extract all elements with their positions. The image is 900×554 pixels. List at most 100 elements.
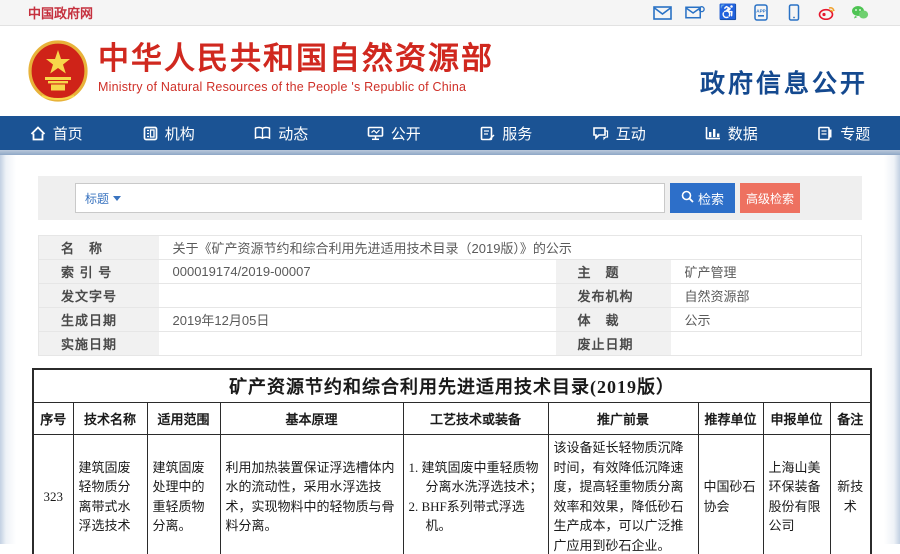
catalog-title-row: 矿产资源节约和综合利用先进适用技术目录(2019版） <box>33 369 871 403</box>
nav-item-topic[interactable]: 专题 <box>788 116 900 150</box>
meta-value-name: 关于《矿产资源节约和综合利用先进适用技术目录（2019版）》的公示 <box>159 236 862 260</box>
interact-icon <box>592 126 609 141</box>
nav-item-service[interactable]: 服务 <box>450 116 563 150</box>
nav-item-home[interactable]: 首页 <box>0 116 113 150</box>
nav-label: 首页 <box>53 123 83 144</box>
mail-subscribe-icon[interactable] <box>685 4 705 22</box>
nav-item-interact[interactable]: 互动 <box>563 116 676 150</box>
app-icon[interactable]: APP <box>751 4 771 22</box>
mail-icon[interactable] <box>652 4 672 22</box>
meta-label-docno: 发文字号 <box>39 284 159 308</box>
col-header-tech: 技术名称 <box>73 403 147 435</box>
col-header-prospect: 推广前景 <box>548 403 698 435</box>
data-icon <box>705 126 721 140</box>
meta-value-repeal <box>671 332 862 356</box>
weibo-icon[interactable] <box>817 4 837 22</box>
advanced-search-button[interactable]: 高级检索 <box>740 183 800 213</box>
nav-label: 专题 <box>840 123 870 144</box>
accessibility-icon[interactable]: ♿ <box>718 4 738 22</box>
search-bar: 标题 检索 高级检索 <box>38 176 862 220</box>
mobile-icon[interactable] <box>784 4 804 22</box>
cell-principle: 利用加热装置保证浮选槽体内水的流动性，采用水浮选技术，实现物料中的轻物质与骨料分… <box>220 435 403 554</box>
meta-value-agency: 自然资源部 <box>671 284 862 308</box>
top-icon-group: ♿ APP <box>652 4 870 22</box>
meta-value-genre: 公示 <box>671 308 862 332</box>
search-box: 标题 <box>75 183 665 213</box>
meta-row-docno: 发文字号 发布机构 自然资源部 <box>39 284 862 308</box>
meta-label-repeal: 废止日期 <box>556 332 671 356</box>
search-button-label: 检索 <box>698 189 724 208</box>
meta-value-impl <box>159 332 556 356</box>
nav-item-data[interactable]: 数据 <box>675 116 788 150</box>
content-area: 标题 检索 高级检索 名 称 关于《矿产资源节约和综合利用先进适用技术目录（20… <box>0 155 900 544</box>
search-icon <box>681 190 694 206</box>
ministry-title-en: Ministry of Natural Resources of the Peo… <box>98 80 494 94</box>
wechat-icon[interactable] <box>850 4 870 22</box>
nav-label: 机构 <box>165 123 195 144</box>
meta-label-agency: 发布机构 <box>556 284 671 308</box>
cell-equipment: 1. 建筑固废中重轻质物分离水洗浮选技术； 2. BHF系列带式浮选机。 <box>403 435 548 554</box>
search-field-selector[interactable]: 标题 <box>85 190 121 207</box>
meta-value-subject: 矿产管理 <box>671 260 862 284</box>
cell-scope: 建筑固废处理中的重轻质物分离。 <box>147 435 220 554</box>
meta-row-impl: 实施日期 废止日期 <box>39 332 862 356</box>
col-header-scope: 适用范围 <box>147 403 220 435</box>
nav-label: 服务 <box>502 123 532 144</box>
site-title-block: 中华人民共和国自然资源部 Ministry of Natural Resourc… <box>98 42 494 94</box>
cell-prospect: 该设备延长轻物质沉降时间，有效降低沉降速度，提高轻重物质分离效率和效果，降低砂石… <box>548 435 698 554</box>
ministry-title-cn: 中华人民共和国自然资源部 <box>98 42 494 76</box>
page: 中国政府网 ♿ APP <box>0 0 900 554</box>
org-icon <box>143 126 158 141</box>
search-button[interactable]: 检索 <box>670 183 735 213</box>
col-header-applicant: 申报单位 <box>763 403 830 435</box>
nav-item-org[interactable]: 机构 <box>113 116 226 150</box>
technology-catalog-table: 矿产资源节约和综合利用先进适用技术目录(2019版） 序号 技术名称 适用范围 … <box>32 368 872 554</box>
cell-no: 323 <box>33 435 73 554</box>
nav-label: 数据 <box>728 123 758 144</box>
nav-item-news[interactable]: 动态 <box>225 116 338 150</box>
nav-label: 动态 <box>278 123 308 144</box>
col-header-remark: 备注 <box>830 403 871 435</box>
meta-label-subject: 主 题 <box>556 260 671 284</box>
meta-row-date: 生成日期 2019年12月05日 体 裁 公示 <box>39 308 862 332</box>
catalog-title: 矿产资源节约和综合利用先进适用技术目录(2019版） <box>33 369 871 403</box>
topic-icon <box>817 126 833 141</box>
meta-label-impl: 实施日期 <box>39 332 159 356</box>
nav-label: 互动 <box>616 123 646 144</box>
national-emblem-logo <box>28 40 88 102</box>
meta-value-docno <box>159 284 556 308</box>
news-icon <box>254 126 271 140</box>
cell-tech-name: 建筑固废轻物质分离带式水浮选技术 <box>73 435 147 554</box>
meta-value-date: 2019年12月05日 <box>159 308 556 332</box>
meta-label-name: 名 称 <box>39 236 159 260</box>
chevron-down-icon <box>113 196 121 201</box>
service-icon <box>480 126 495 141</box>
meta-label-index: 索 引 号 <box>39 260 159 284</box>
col-header-principle: 基本原理 <box>220 403 403 435</box>
gov-site-link[interactable]: 中国政府网 <box>28 3 93 22</box>
nav-item-disclosure[interactable]: 公开 <box>338 116 451 150</box>
top-utility-bar: 中国政府网 ♿ APP <box>0 0 900 26</box>
masthead: 中华人民共和国自然资源部 Ministry of Natural Resourc… <box>0 26 900 116</box>
nav-label: 公开 <box>391 123 421 144</box>
equipment-line-1: 1. 建筑固废中重轻质物分离水洗浮选技术； <box>409 458 543 497</box>
svg-text:APP: APP <box>756 9 765 14</box>
cell-remark: 新技术 <box>830 435 871 554</box>
meta-value-index: 000019174/2019-00007 <box>159 260 556 284</box>
meta-row-name: 名 称 关于《矿产资源节约和综合利用先进适用技术目录（2019版）》的公示 <box>39 236 862 260</box>
col-header-recommender: 推荐单位 <box>698 403 763 435</box>
home-icon <box>30 126 46 141</box>
cell-recommender: 中国砂石协会 <box>698 435 763 554</box>
col-header-no: 序号 <box>33 403 73 435</box>
meta-label-date: 生成日期 <box>39 308 159 332</box>
search-input[interactable] <box>121 185 664 211</box>
equipment-line-2: 2. BHF系列带式浮选机。 <box>409 497 543 536</box>
page-title: 政府信息公开 <box>700 64 868 100</box>
col-header-equipment: 工艺技术或装备 <box>403 403 548 435</box>
primary-nav: 首页 机构 动态 公开 服务 互动 数据 专题 <box>0 116 900 150</box>
disclosure-icon <box>367 126 384 141</box>
cell-applicant: 上海山美环保装备股份有限公司 <box>763 435 830 554</box>
meta-label-genre: 体 裁 <box>556 308 671 332</box>
catalog-header-row: 序号 技术名称 适用范围 基本原理 工艺技术或装备 推广前景 推荐单位 申报单位… <box>33 403 871 435</box>
search-field-label: 标题 <box>85 190 109 207</box>
